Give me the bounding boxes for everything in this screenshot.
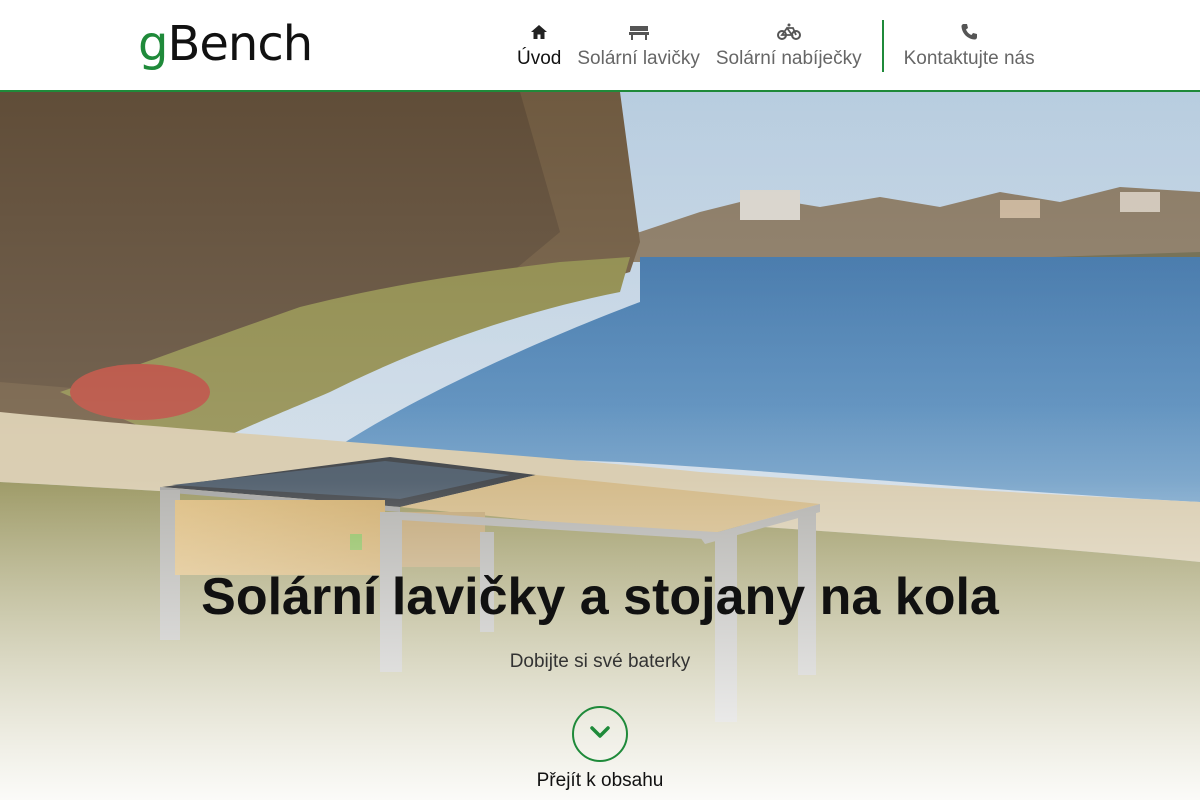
home-icon <box>530 20 548 44</box>
phone-icon <box>960 20 978 44</box>
logo[interactable]: gBench <box>138 14 313 74</box>
hero-title: Solární lavičky a stojany na kola <box>201 568 999 626</box>
hero-background-image <box>0 92 1200 800</box>
hero-subtitle: Dobijte si své baterky <box>509 651 691 672</box>
scroll-down-link[interactable]: Přejít k obsahu <box>0 770 1200 792</box>
nav-divider <box>881 20 884 72</box>
bicycle-icon <box>776 20 801 44</box>
site-header: gBench Úvod Solární lavičky Solární nabí… <box>0 0 1200 92</box>
bench-icon <box>628 20 650 44</box>
nav-item-solarni-nabijecky[interactable]: Solární nabíječky <box>708 20 870 70</box>
nav-item-kontakt[interactable]: Kontaktujte nás <box>896 20 1043 70</box>
main-nav: Úvod Solární lavičky Solární nabíječky K… <box>509 20 1043 76</box>
nav-item-solarni-lavicky[interactable]: Solární lavičky <box>569 20 708 70</box>
scroll-down-button[interactable] <box>572 706 628 762</box>
hero-section: Solární lavičky a stojany na kola Dobijt… <box>0 92 1200 800</box>
nav-item-uvod[interactable]: Úvod <box>509 20 569 70</box>
chevron-down-icon <box>590 725 610 744</box>
